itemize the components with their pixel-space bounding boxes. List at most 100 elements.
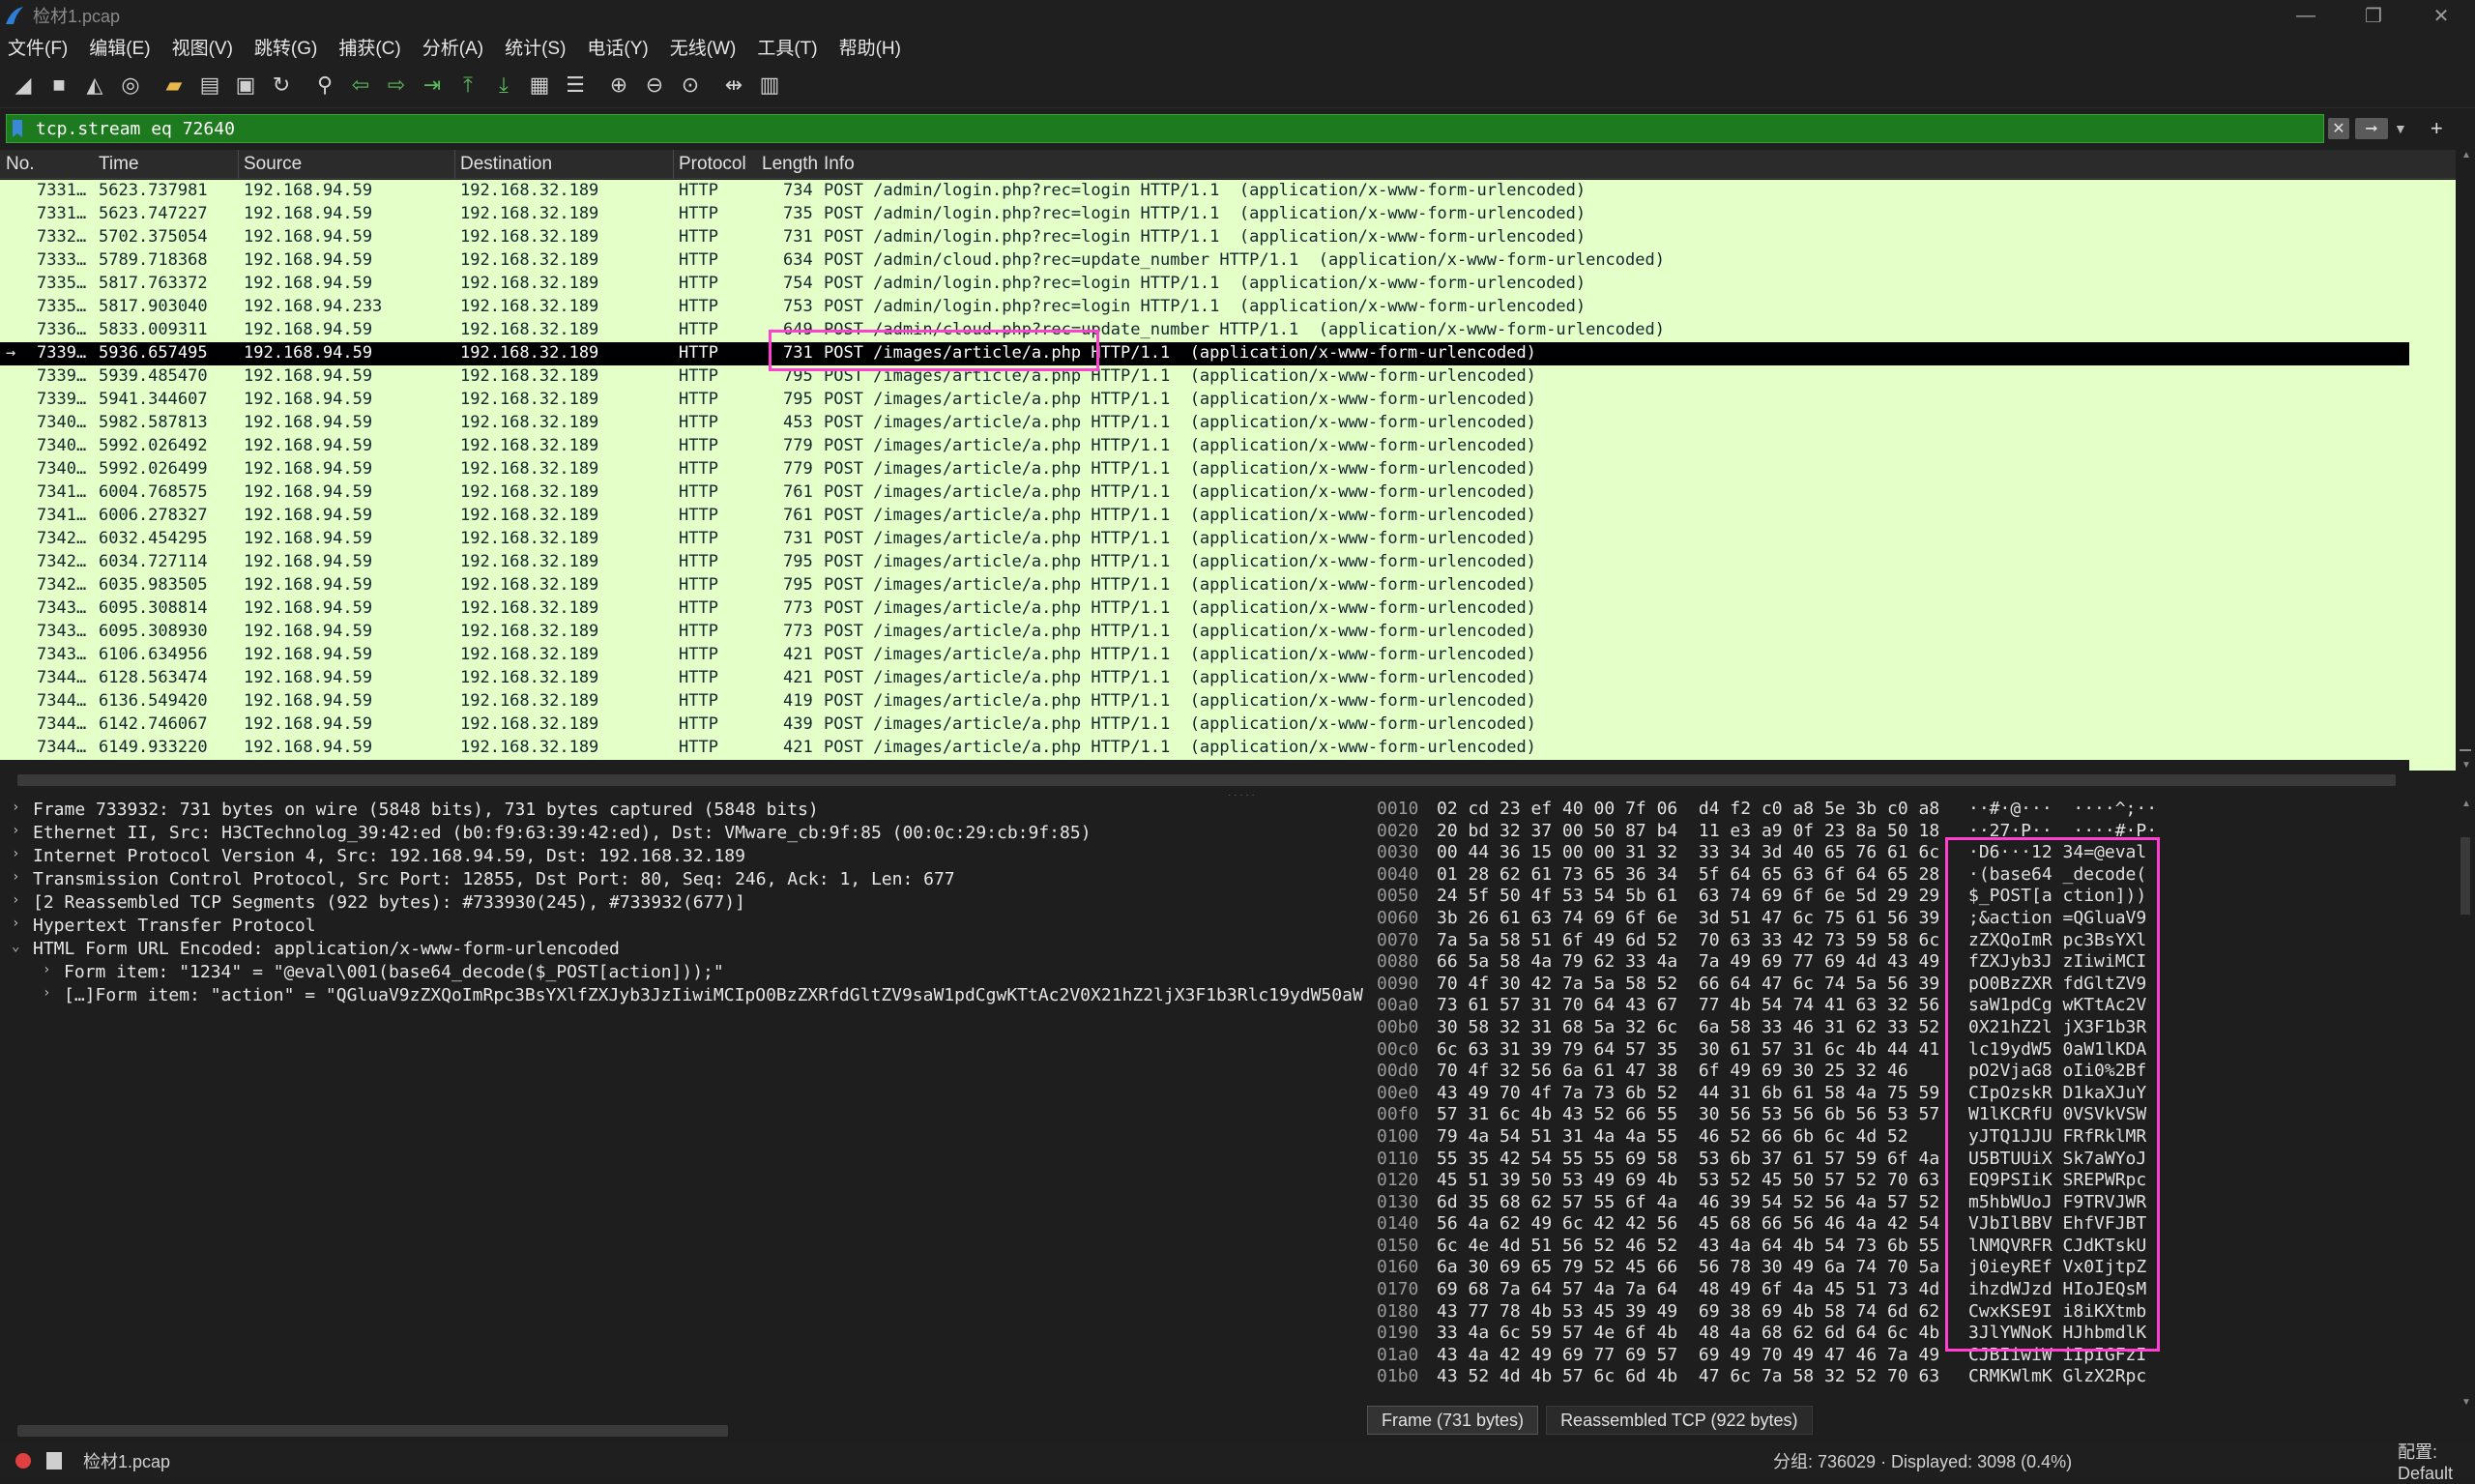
stop-icon[interactable]: ■ <box>45 72 73 99</box>
packet-row[interactable]: 7340… 5992.026499 192.168.94.59 192.168.32.… <box>0 458 2409 481</box>
column-header-time[interactable]: Time <box>99 154 139 175</box>
maximize-icon[interactable]: ❐ <box>2340 0 2407 31</box>
packet-row[interactable]: 7344… 6136.549420 192.168.94.59 192.168.32.… <box>0 690 2409 713</box>
menu-item[interactable]: 统计(S) <box>505 34 566 60</box>
hex-row[interactable]: 0140 56 4a 62 49 6c 42 42 56 45 68 66 56 … <box>1373 1213 2456 1236</box>
hex-row[interactable]: 0130 6d 35 68 62 57 55 6f 4a 46 39 54 52 … <box>1373 1192 2456 1214</box>
menu-item[interactable]: 编辑(E) <box>89 34 150 60</box>
chevron-right-icon[interactable]: › <box>12 892 19 908</box>
column-header-protocol[interactable]: Protocol <box>679 154 746 175</box>
go-to-packet-icon[interactable]: ⇥ <box>419 72 446 99</box>
packet-row[interactable]: 7341… 6006.278327 192.168.94.59 192.168.32.… <box>0 505 2409 528</box>
hex-row[interactable]: 00f0 57 31 6c 4b 43 52 66 55 30 56 53 56 … <box>1373 1104 2456 1126</box>
clear-filter-icon[interactable]: ✕ <box>2328 118 2349 139</box>
close-icon[interactable]: ✕ <box>2407 0 2475 31</box>
menu-item[interactable]: 文件(F) <box>8 34 68 60</box>
capture-comment-icon[interactable] <box>46 1452 62 1469</box>
packet-row[interactable]: 7344… 6128.563474 192.168.94.59 192.168.32.… <box>0 667 2409 690</box>
packet-row[interactable]: 7342… 6034.727114 192.168.94.59 192.168.32.… <box>0 551 2409 574</box>
zoom-out-icon[interactable]: ⊖ <box>641 72 668 99</box>
packet-row[interactable]: 7339… 5941.344607 192.168.94.59 192.168.32.… <box>0 389 2409 412</box>
packet-row[interactable]: 7340… 5982.587813 192.168.94.59 192.168.32.… <box>0 412 2409 435</box>
menu-item[interactable]: 帮助(H) <box>839 34 901 60</box>
chevron-down-icon[interactable]: ⌄ <box>12 939 19 954</box>
open-folder-icon[interactable]: ▰ <box>160 72 188 99</box>
packet-row[interactable]: 7331… 5623.737981 192.168.94.59 192.168.32.… <box>0 180 2409 203</box>
packet-row[interactable]: 7344… 6149.933220 192.168.94.59 192.168.32.… <box>0 737 2409 760</box>
packet-row[interactable]: 7335… 5817.903040 192.168.94.233 192.168.32… <box>0 296 2409 319</box>
detail-tree-item[interactable]: › Form item: "1234" = "@eval\001(base64_d… <box>0 961 1363 984</box>
packet-row[interactable]: 7344… 6142.746067 192.168.94.59 192.168.32.… <box>0 713 2409 737</box>
minimize-icon[interactable]: — <box>2272 0 2340 31</box>
packet-row[interactable]: 7340… 5992.026492 192.168.94.59 192.168.32.… <box>0 435 2409 458</box>
menu-item[interactable]: 电话(Y) <box>587 34 648 60</box>
layout-icon[interactable]: ▥ <box>756 72 783 99</box>
hex-row[interactable]: 0190 33 4a 6c 59 57 4e 6f 4b 48 4a 68 62 … <box>1373 1323 2456 1345</box>
close-file-icon[interactable]: ▣ <box>232 72 259 99</box>
packet-row[interactable]: 7333… 5789.718368 192.168.94.59 192.168.32.… <box>0 249 2409 273</box>
menu-item[interactable]: 视图(V) <box>172 34 233 60</box>
packet-row[interactable]: 7341… 6004.768575 192.168.94.59 192.168.32.… <box>0 481 2409 505</box>
packet-row[interactable]: 7335… 5817.763372 192.168.94.59 192.168.32.… <box>0 273 2409 296</box>
tab-reassembled-tcp[interactable]: Reassembled TCP (922 bytes) <box>1546 1406 1813 1435</box>
first-packet-icon[interactable]: ⤒ <box>454 72 481 99</box>
hex-row[interactable]: 0050 24 5f 50 4f 53 54 5b 61 63 74 69 6f … <box>1373 886 2456 908</box>
hex-row[interactable]: 0170 69 68 7a 64 57 4a 7a 64 48 49 6f 4a … <box>1373 1279 2456 1301</box>
menu-item[interactable]: 跳转(G) <box>254 34 317 60</box>
save-file-icon[interactable]: ▤ <box>196 72 223 99</box>
shark-fin-start-icon[interactable]: ◢ <box>10 72 37 99</box>
options-icon[interactable]: ◎ <box>117 72 144 99</box>
hex-row[interactable]: 0030 00 44 36 15 00 00 31 32 33 34 3d 40 … <box>1373 842 2456 864</box>
packet-row[interactable]: 7339… 5939.485470 192.168.94.59 192.168.32.… <box>0 365 2409 389</box>
plus-icon[interactable]: + <box>2431 116 2443 141</box>
hex-row[interactable]: 0080 66 5a 58 4a 79 62 33 4a 7a 49 69 77 … <box>1373 951 2456 974</box>
hex-row[interactable]: 00e0 43 49 70 4f 7a 73 6b 52 44 31 6b 61 … <box>1373 1083 2456 1105</box>
hex-row[interactable]: 00d0 70 4f 32 56 6a 61 47 38 6f 49 69 30 … <box>1373 1061 2456 1083</box>
hex-row[interactable]: 0090 70 4f 30 42 7a 5a 58 52 66 64 47 6c … <box>1373 974 2456 996</box>
detail-tree-item[interactable]: › Transmission Control Protocol, Src Port… <box>0 868 1363 891</box>
pane-splitter[interactable]: · · · · · <box>0 790 2475 800</box>
hex-row[interactable]: 0110 55 35 42 54 55 55 69 58 53 6b 37 61 … <box>1373 1149 2456 1171</box>
hex-row[interactable]: 00a0 73 61 57 31 70 64 43 67 77 4b 54 74 … <box>1373 995 2456 1017</box>
apply-filter-icon[interactable]: ➞ <box>2355 118 2388 139</box>
status-profile[interactable]: 配置: Default <box>2398 1439 2475 1484</box>
packet-row[interactable]: → 7339… 5936.657495 192.168.94.59 192.168.32… <box>0 342 2409 365</box>
bookmark-icon[interactable] <box>11 119 24 138</box>
packet-row[interactable]: 7336… 5833.009311 192.168.94.59 192.168.32.… <box>0 319 2409 342</box>
detail-tree-item[interactable]: › Ethernet II, Src: H3CTechnolog_39:42:ed… <box>0 822 1363 845</box>
detail-tree-item[interactable]: › Frame 733932: 731 bytes on wire (5848 b… <box>0 799 1363 822</box>
menu-item[interactable]: 无线(W) <box>670 34 737 60</box>
chevron-right-icon[interactable]: › <box>12 800 19 815</box>
column-header-info[interactable]: Info <box>824 154 855 175</box>
hex-row[interactable]: 0180 43 77 78 4b 53 45 39 49 69 38 69 4b … <box>1373 1301 2456 1324</box>
detail-tree-item[interactable]: › Hypertext Transfer Protocol <box>0 915 1363 938</box>
find-icon[interactable]: ⚲ <box>311 72 338 99</box>
go-forward-icon[interactable]: ⇨ <box>383 72 410 99</box>
column-header-length[interactable]: Length <box>762 154 818 175</box>
packet-row[interactable]: 7343… 6095.308814 192.168.94.59 192.168.32.… <box>0 597 2409 621</box>
hex-row[interactable]: 0160 6a 30 69 65 79 52 45 66 56 78 30 49 … <box>1373 1257 2456 1279</box>
restart-icon[interactable]: ◭ <box>81 72 108 99</box>
reload-icon[interactable]: ↻ <box>268 72 295 99</box>
menu-item[interactable]: 捕获(C) <box>338 34 400 60</box>
autoscroll-icon[interactable]: ▦ <box>526 72 553 99</box>
hex-row[interactable]: 00b0 30 58 32 31 68 5a 32 6c 6a 58 33 46 … <box>1373 1017 2456 1039</box>
packet-list-hscrollbar[interactable] <box>0 771 2417 790</box>
packet-row[interactable]: 7343… 6106.634956 192.168.94.59 192.168.32.… <box>0 644 2409 667</box>
tab-frame[interactable]: Frame (731 bytes) <box>1367 1406 1539 1435</box>
column-header-source[interactable]: Source <box>244 154 302 175</box>
chevron-right-icon[interactable]: › <box>12 869 19 885</box>
chevron-right-icon[interactable]: › <box>12 823 19 838</box>
hex-row[interactable]: 0040 01 28 62 61 73 65 36 34 5f 64 65 63 … <box>1373 864 2456 887</box>
chevron-right-icon[interactable]: › <box>12 846 19 861</box>
detail-tree-item[interactable]: › Internet Protocol Version 4, Src: 192.1… <box>0 845 1363 868</box>
chevron-down-icon[interactable]: ▼ <box>2394 121 2407 136</box>
colorize-icon[interactable]: ☰ <box>562 72 589 99</box>
hex-row[interactable]: 01b0 43 52 4d 4b 57 6c 6d 4b 47 6c 7a 58 … <box>1373 1366 2456 1388</box>
packet-list-scrollbar[interactable]: ▲ ▼ <box>2456 150 2475 771</box>
details-hscrollbar[interactable] <box>0 1421 1363 1440</box>
packet-row[interactable]: 7332… 5702.375054 192.168.94.59 192.168.32.… <box>0 226 2409 249</box>
column-header-no[interactable]: No. <box>6 154 35 175</box>
hex-row[interactable]: 0100 79 4a 54 51 31 4a 4a 55 46 52 66 6b … <box>1373 1126 2456 1149</box>
hex-row[interactable]: 0150 6c 4e 4d 51 56 52 46 52 43 4a 64 4b … <box>1373 1236 2456 1258</box>
